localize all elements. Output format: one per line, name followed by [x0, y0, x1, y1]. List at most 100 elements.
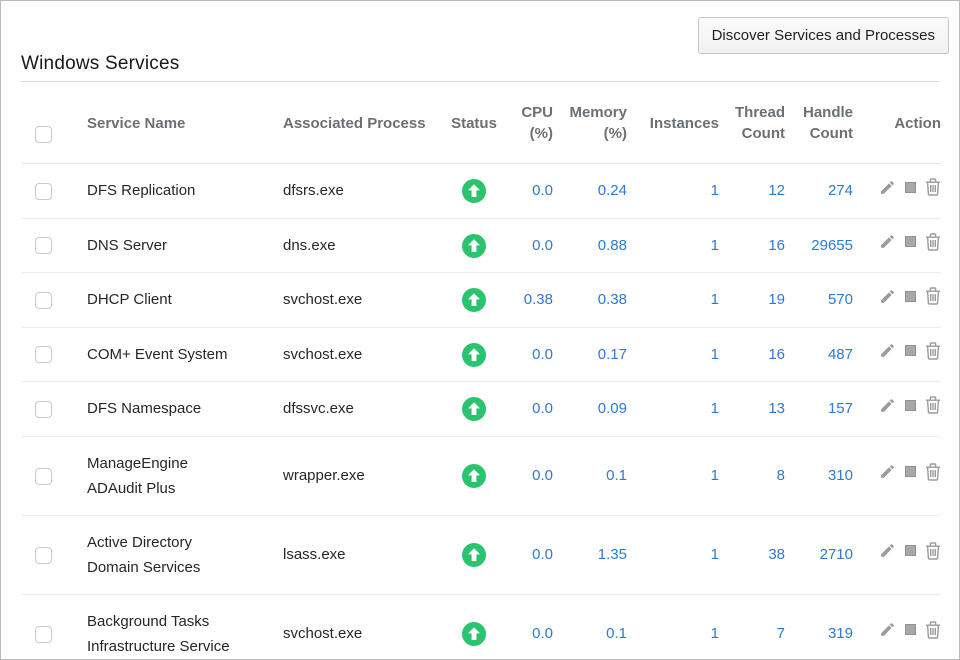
- column-header-handle-count: Handle Count: [787, 82, 855, 164]
- row-checkbox[interactable]: [35, 183, 52, 200]
- handle-count-value[interactable]: 29655: [811, 237, 853, 254]
- associated-process: svchost.exe: [283, 625, 362, 642]
- select-all-checkbox[interactable]: [35, 126, 52, 143]
- handle-count-value[interactable]: 570: [828, 291, 853, 308]
- edit-icon[interactable]: [879, 542, 896, 559]
- handle-count-value[interactable]: 487: [828, 346, 853, 363]
- instances-value[interactable]: 1: [711, 346, 719, 363]
- memory-value[interactable]: 0.1: [606, 467, 627, 484]
- memory-value[interactable]: 1.35: [598, 546, 627, 563]
- memory-value[interactable]: 0.38: [598, 291, 627, 308]
- status-up-icon: [462, 343, 486, 367]
- service-name: Active Directory Domain Services: [87, 534, 200, 576]
- cpu-value[interactable]: 0.0: [532, 346, 553, 363]
- associated-process: dfsrs.exe: [283, 182, 344, 199]
- associated-process: wrapper.exe: [283, 467, 365, 484]
- edit-icon[interactable]: [879, 342, 896, 359]
- status-up-icon: [462, 464, 486, 488]
- delete-icon[interactable]: [925, 396, 941, 414]
- delete-icon[interactable]: [925, 342, 941, 360]
- thread-count-value[interactable]: 16: [768, 237, 785, 254]
- row-checkbox[interactable]: [35, 547, 52, 564]
- instances-value[interactable]: 1: [711, 467, 719, 484]
- discover-services-button[interactable]: Discover Services and Processes: [698, 17, 949, 54]
- row-checkbox[interactable]: [35, 346, 52, 363]
- instances-value[interactable]: 1: [711, 625, 719, 642]
- service-name: ManageEngine ADAudit Plus: [87, 455, 188, 497]
- status-up-icon: [462, 288, 486, 312]
- stop-icon[interactable]: [905, 345, 916, 356]
- thread-count-value[interactable]: 38: [768, 546, 785, 563]
- stop-icon[interactable]: [905, 182, 916, 193]
- table-row: Background Tasks Infrastructure Service …: [21, 594, 941, 660]
- cpu-value[interactable]: 0.0: [532, 625, 553, 642]
- instances-value[interactable]: 1: [711, 400, 719, 417]
- delete-icon[interactable]: [925, 178, 941, 196]
- thread-count-value[interactable]: 13: [768, 400, 785, 417]
- status-up-icon: [462, 397, 486, 421]
- column-header-memory: Memory (%): [555, 82, 629, 164]
- thread-count-value[interactable]: 8: [777, 467, 785, 484]
- row-actions: [879, 287, 941, 305]
- associated-process: svchost.exe: [283, 291, 362, 308]
- cpu-value[interactable]: 0.0: [532, 237, 553, 254]
- page-title: Windows Services: [21, 53, 179, 75]
- delete-icon[interactable]: [925, 233, 941, 251]
- table-row: DFS Namespace dfssvc.exe 0.0 0.09 1 13 1…: [21, 382, 941, 437]
- instances-value[interactable]: 1: [711, 182, 719, 199]
- cpu-value[interactable]: 0.0: [532, 467, 553, 484]
- thread-count-value[interactable]: 16: [768, 346, 785, 363]
- stop-icon[interactable]: [905, 545, 916, 556]
- edit-icon[interactable]: [879, 397, 896, 414]
- delete-icon[interactable]: [925, 542, 941, 560]
- stop-icon[interactable]: [905, 291, 916, 302]
- memory-value[interactable]: 0.24: [598, 182, 627, 199]
- row-checkbox[interactable]: [35, 468, 52, 485]
- memory-value[interactable]: 0.88: [598, 237, 627, 254]
- row-checkbox[interactable]: [35, 292, 52, 309]
- edit-icon[interactable]: [879, 463, 896, 480]
- instances-value[interactable]: 1: [711, 546, 719, 563]
- row-checkbox[interactable]: [35, 237, 52, 254]
- handle-count-value[interactable]: 319: [828, 625, 853, 642]
- cpu-value[interactable]: 0.0: [532, 182, 553, 199]
- table-header: Service Name Associated Process Status C…: [21, 82, 941, 164]
- cpu-value[interactable]: 0.0: [532, 400, 553, 417]
- memory-value[interactable]: 0.17: [598, 346, 627, 363]
- handle-count-value[interactable]: 310: [828, 467, 853, 484]
- page: Discover Services and Processes Windows …: [0, 0, 960, 660]
- instances-value[interactable]: 1: [711, 291, 719, 308]
- stop-icon[interactable]: [905, 466, 916, 477]
- delete-icon[interactable]: [925, 287, 941, 305]
- thread-count-value[interactable]: 12: [768, 182, 785, 199]
- column-header-thread-count: Thread Count: [721, 82, 787, 164]
- edit-icon[interactable]: [879, 288, 896, 305]
- edit-icon[interactable]: [879, 233, 896, 250]
- memory-value[interactable]: 0.09: [598, 400, 627, 417]
- column-header-associated-process: Associated Process: [269, 82, 443, 164]
- row-actions: [879, 233, 941, 251]
- instances-value[interactable]: 1: [711, 237, 719, 254]
- delete-icon[interactable]: [925, 621, 941, 639]
- handle-count-value[interactable]: 2710: [820, 546, 853, 563]
- stop-icon[interactable]: [905, 624, 916, 635]
- cpu-value[interactable]: 0.0: [532, 546, 553, 563]
- stop-icon[interactable]: [905, 400, 916, 411]
- associated-process: dfssvc.exe: [283, 400, 354, 417]
- edit-icon[interactable]: [879, 179, 896, 196]
- handle-count-value[interactable]: 274: [828, 182, 853, 199]
- delete-icon[interactable]: [925, 463, 941, 481]
- row-actions: [879, 396, 941, 414]
- thread-count-value[interactable]: 7: [777, 625, 785, 642]
- service-name: DHCP Client: [87, 291, 172, 308]
- row-checkbox[interactable]: [35, 401, 52, 418]
- handle-count-value[interactable]: 157: [828, 400, 853, 417]
- cpu-value[interactable]: 0.38: [524, 291, 553, 308]
- edit-icon[interactable]: [879, 621, 896, 638]
- stop-icon[interactable]: [905, 236, 916, 247]
- memory-value[interactable]: 0.1: [606, 625, 627, 642]
- associated-process: svchost.exe: [283, 346, 362, 363]
- row-checkbox[interactable]: [35, 626, 52, 643]
- column-header-status: Status: [443, 82, 505, 164]
- thread-count-value[interactable]: 19: [768, 291, 785, 308]
